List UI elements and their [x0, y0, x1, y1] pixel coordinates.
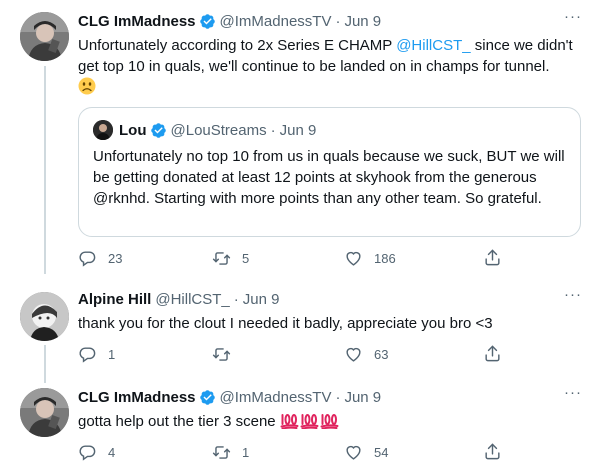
tweet-text-part: gotta help out the tier 3 scene — [78, 413, 280, 430]
quoted-handle: @LouStreams — [170, 121, 267, 139]
quoted-display-name: Lou — [119, 121, 147, 139]
verified-badge-icon — [150, 122, 167, 139]
like-button[interactable]: 63 — [344, 344, 388, 364]
like-button[interactable]: 54 — [344, 442, 388, 462]
retweet-button[interactable]: 5 — [212, 248, 249, 268]
separator: · — [233, 290, 239, 308]
reply-count: 1 — [108, 346, 116, 362]
display-name[interactable]: CLG ImMadness — [78, 389, 196, 406]
share-icon — [485, 249, 500, 266]
like-count: 54 — [374, 444, 389, 460]
like-count: 63 — [374, 346, 389, 362]
timestamp[interactable]: Jun 9 — [344, 13, 381, 30]
tweet-2[interactable]: Alpine Hill @HillCST_ · Jun 9 ··· thank … — [0, 278, 599, 376]
heart-icon — [346, 347, 361, 362]
heart-icon — [346, 251, 361, 266]
display-name[interactable]: Alpine Hill — [78, 291, 151, 308]
retweet-count: 1 — [242, 444, 250, 460]
tweet-text: Unfortunately according to 2x Series E C… — [78, 35, 585, 98]
retweet-icon — [212, 251, 231, 265]
tweet-3[interactable]: CLG ImMadness @ImMadnessTV · Jun 9 ··· g… — [0, 376, 599, 474]
tweet-1[interactable]: CLG ImMadness @ImMadnessTV · Jun 9 ··· U… — [0, 0, 599, 278]
separator: · — [335, 388, 341, 406]
quoted-avatar — [93, 120, 113, 140]
tweet-header: Alpine Hill @HillCST_ · Jun 9 — [78, 288, 585, 310]
separator: · — [270, 121, 276, 139]
verified-badge-icon — [199, 13, 216, 30]
handle[interactable]: @ImMadnessTV — [220, 389, 332, 406]
retweet-count: 5 — [242, 250, 250, 266]
reply-icon — [79, 250, 96, 267]
verified-badge-icon — [199, 389, 216, 406]
separator: · — [335, 12, 341, 30]
hundred-points-icon — [280, 412, 299, 430]
display-name[interactable]: CLG ImMadness — [78, 13, 196, 30]
reply-button[interactable]: 1 — [78, 344, 115, 364]
quoted-tweet[interactable]: Lou @LouStreams · Jun 9 Unfortunately no… — [78, 107, 581, 237]
tweet-text: thank you for the clout I needed it badl… — [78, 315, 493, 332]
reply-button[interactable]: 23 — [78, 248, 122, 268]
avatar[interactable] — [20, 388, 69, 437]
tweet-text-part: Unfortunately according to 2x Series E C… — [78, 37, 397, 54]
share-button[interactable] — [483, 248, 502, 267]
handle[interactable]: @ImMadnessTV — [220, 13, 332, 30]
reply-count: 4 — [108, 444, 116, 460]
quoted-tweet-text: Unfortunately no top 10 from us in quals… — [93, 148, 565, 207]
handle[interactable]: @HillCST_ — [155, 291, 229, 308]
slightly-frowning-face-icon — [78, 77, 96, 95]
retweet-button[interactable]: 1 — [212, 442, 249, 462]
timestamp[interactable]: Jun 9 — [243, 291, 280, 308]
like-button[interactable]: 186 — [344, 248, 396, 268]
avatar[interactable] — [20, 12, 69, 61]
retweet-button[interactable] — [212, 344, 242, 364]
more-icon[interactable]: ··· — [561, 9, 585, 28]
tweet-actions: 4 1 54 — [78, 442, 500, 462]
mention-link[interactable]: @HillCST_ — [396, 37, 470, 54]
share-icon — [485, 443, 500, 460]
heart-icon — [346, 445, 361, 460]
reply-count: 23 — [108, 250, 123, 266]
tweet-header: CLG ImMadness @ImMadnessTV · Jun 9 — [78, 10, 585, 32]
share-button[interactable] — [483, 442, 502, 461]
tweet-actions: 23 5 186 — [78, 248, 500, 268]
reply-icon — [79, 444, 96, 461]
share-icon — [485, 345, 500, 362]
retweet-icon — [212, 445, 231, 459]
reply-icon — [79, 346, 96, 363]
tweet-text: gotta help out the tier 3 scene — [78, 411, 585, 432]
tweet-header: CLG ImMadness @ImMadnessTV · Jun 9 — [78, 386, 585, 408]
hundred-points-icon — [320, 412, 339, 430]
quoted-timestamp: Jun 9 — [279, 121, 317, 139]
more-icon[interactable]: ··· — [561, 287, 585, 306]
quoted-tweet-header: Lou @LouStreams · Jun 9 — [93, 120, 316, 140]
timestamp[interactable]: Jun 9 — [344, 389, 381, 406]
like-count: 186 — [374, 250, 396, 266]
retweet-icon — [212, 347, 231, 361]
share-button[interactable] — [483, 344, 502, 363]
more-icon[interactable]: ··· — [561, 385, 585, 404]
tweet-actions: 1 63 — [78, 344, 500, 364]
reply-button[interactable]: 4 — [78, 442, 115, 462]
hundred-points-icon — [300, 412, 319, 430]
avatar[interactable] — [20, 292, 69, 341]
